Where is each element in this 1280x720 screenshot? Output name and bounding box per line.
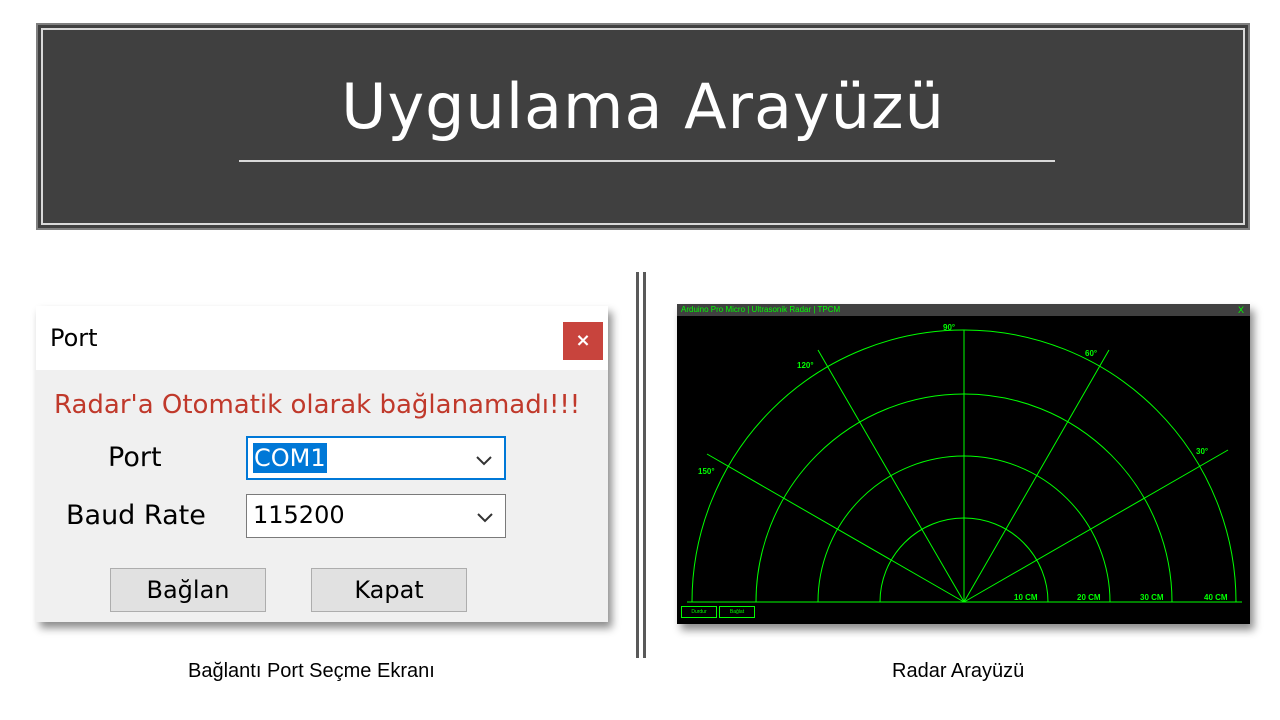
port-label: Port [108, 442, 162, 473]
close-icon[interactable]: × [563, 322, 603, 360]
radar-display: 30° 60° 90° 120° 150° 10 CM 20 CM 30 CM … [687, 323, 1242, 603]
baud-rate-select[interactable]: 115200 [246, 494, 506, 538]
stop-button[interactable]: Durdur [681, 606, 717, 618]
radial-line-60 [963, 349, 1110, 603]
radar-titlebar: Arduino Pro Micro | Ultrasonik Radar | T… [677, 304, 1250, 316]
distance-label-30: 30 CM [1140, 593, 1164, 602]
radar-connect-button[interactable]: Bağlat [719, 606, 755, 618]
radial-line-30 [963, 449, 1229, 603]
dialog-titlebar: Port × [36, 306, 608, 370]
angle-label-150: 150° [698, 467, 715, 476]
dialog-title: Port [50, 324, 98, 352]
port-screen-caption: Bağlantı Port Seçme Ekranı [188, 660, 435, 682]
angle-label-30: 30° [1196, 447, 1208, 456]
radial-line-120 [817, 349, 965, 603]
close-button[interactable]: Kapat [311, 568, 467, 612]
distance-label-20: 20 CM [1077, 593, 1101, 602]
angle-label-90: 90° [943, 323, 955, 332]
angle-label-120: 120° [797, 361, 814, 370]
divider-line [643, 272, 646, 658]
port-select[interactable]: COM1 [246, 436, 506, 480]
slide-title: Uygulama Arayüzü [341, 70, 945, 143]
banner-frame: Uygulama Arayüzü [41, 28, 1245, 225]
error-message: Radar'a Otomatik olarak bağlanamadı!!! [54, 390, 581, 420]
radar-window: Arduino Pro Micro | Ultrasonik Radar | T… [677, 304, 1250, 624]
radial-line-150 [706, 453, 965, 603]
connect-button[interactable]: Bağlan [110, 568, 266, 612]
port-select-value: COM1 [253, 443, 327, 473]
baud-rate-label: Baud Rate [66, 500, 206, 531]
radar-window-title: Arduino Pro Micro | Ultrasonik Radar | T… [681, 305, 841, 314]
title-underline [239, 160, 1055, 162]
radar-close-icon[interactable]: X [1238, 304, 1244, 316]
distance-label-40: 40 CM [1204, 593, 1228, 602]
angle-label-60: 60° [1085, 349, 1097, 358]
chevron-down-icon [476, 456, 492, 466]
baud-rate-select-value: 115200 [253, 501, 345, 529]
divider-line [636, 272, 639, 658]
chevron-down-icon [477, 513, 493, 523]
port-dialog: Port × Radar'a Otomatik olarak bağlanama… [36, 306, 608, 622]
distance-label-10: 10 CM [1014, 593, 1038, 602]
title-banner: Uygulama Arayüzü [36, 23, 1250, 230]
radar-screen-caption: Radar Arayüzü [892, 660, 1025, 682]
